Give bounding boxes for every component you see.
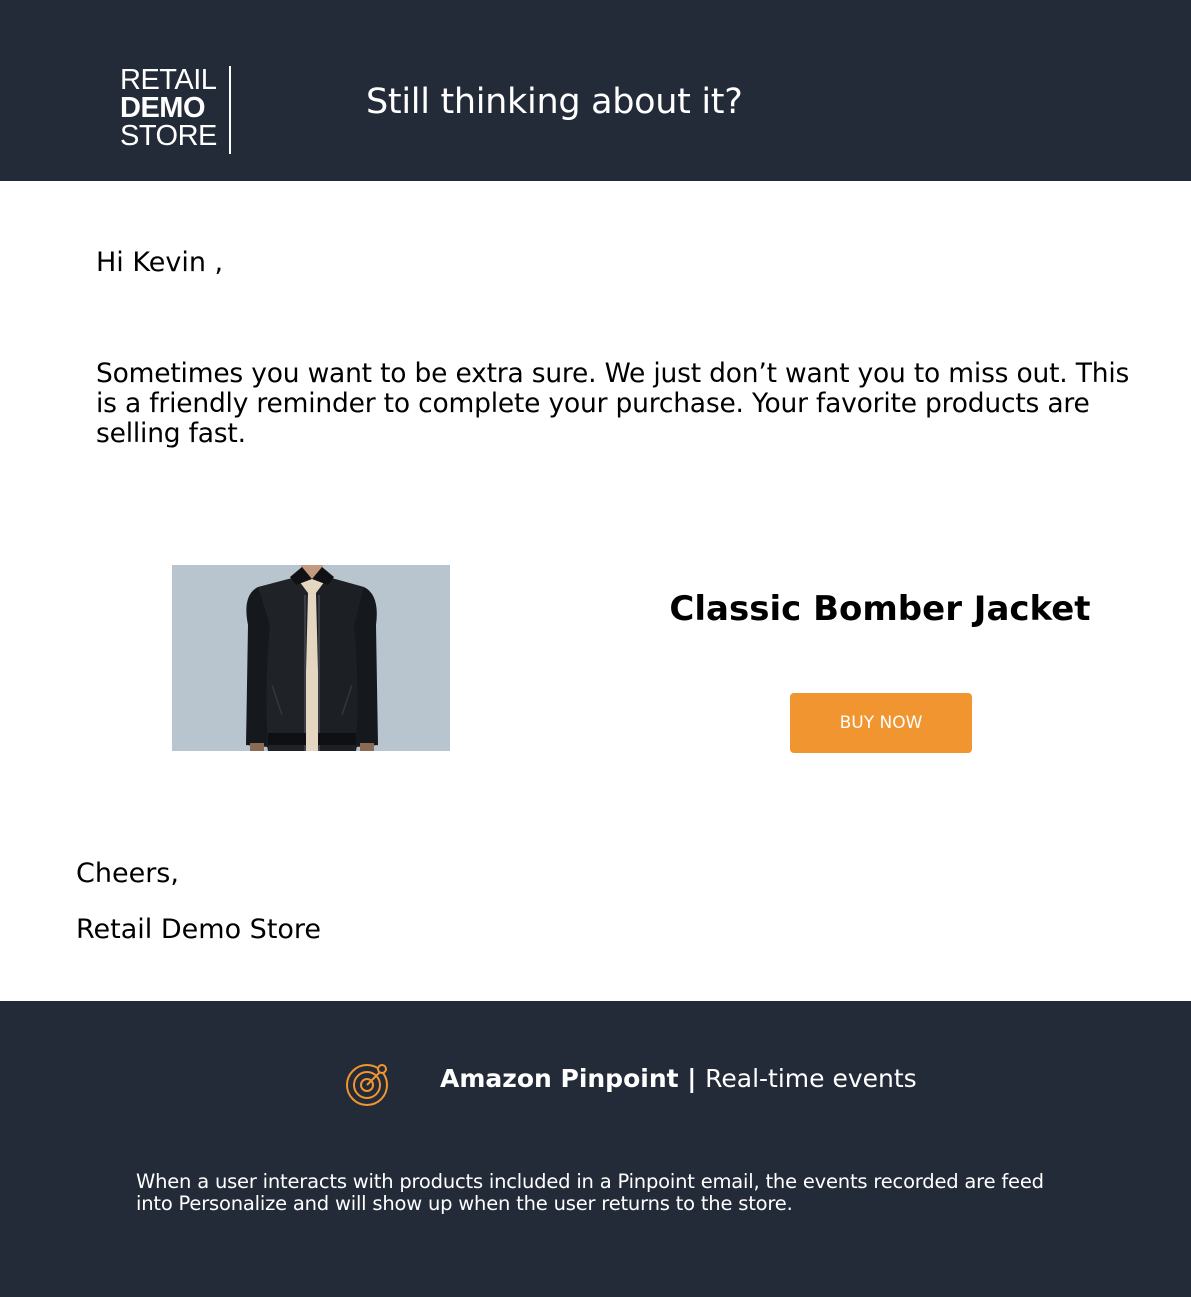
retail-demo-store-logo: RETAIL DEMO STORE <box>120 66 232 154</box>
pinpoint-target-icon <box>346 1064 388 1106</box>
signature: Retail Demo Store <box>76 914 322 945</box>
logo-line-store: STORE <box>120 120 217 152</box>
product-image[interactable] <box>172 565 450 751</box>
email-footer: Amazon Pinpoint | Real-time events When … <box>0 1001 1191 1297</box>
logo-divider <box>229 66 231 154</box>
product-name[interactable]: Classic Bomber Jacket <box>600 586 1160 632</box>
footer-note: When a user interacts with products incl… <box>136 1170 1044 1215</box>
logo-text: RETAIL DEMO STORE <box>120 64 226 152</box>
pinpoint-subtitle: Real-time events <box>705 1064 917 1093</box>
signoff: Cheers, <box>76 858 179 889</box>
email-header: RETAIL DEMO STORE Still thinking about i… <box>0 0 1191 181</box>
logo-line-retail: RETAIL <box>120 64 217 96</box>
bomber-jacket-photo <box>172 565 450 751</box>
pinpoint-heading: Amazon Pinpoint | Real-time events <box>440 1063 917 1095</box>
header-title: Still thinking about it? <box>366 82 743 122</box>
greeting: Hi Kevin , <box>96 247 224 278</box>
logo-line-demo: DEMO <box>120 92 206 124</box>
buy-now-button[interactable]: BUY NOW <box>790 693 972 753</box>
pinpoint-separator: | <box>678 1064 706 1093</box>
intro-paragraph: Sometimes you want to be extra sure. We … <box>96 358 1130 449</box>
pinpoint-brand: Amazon Pinpoint <box>440 1064 679 1093</box>
